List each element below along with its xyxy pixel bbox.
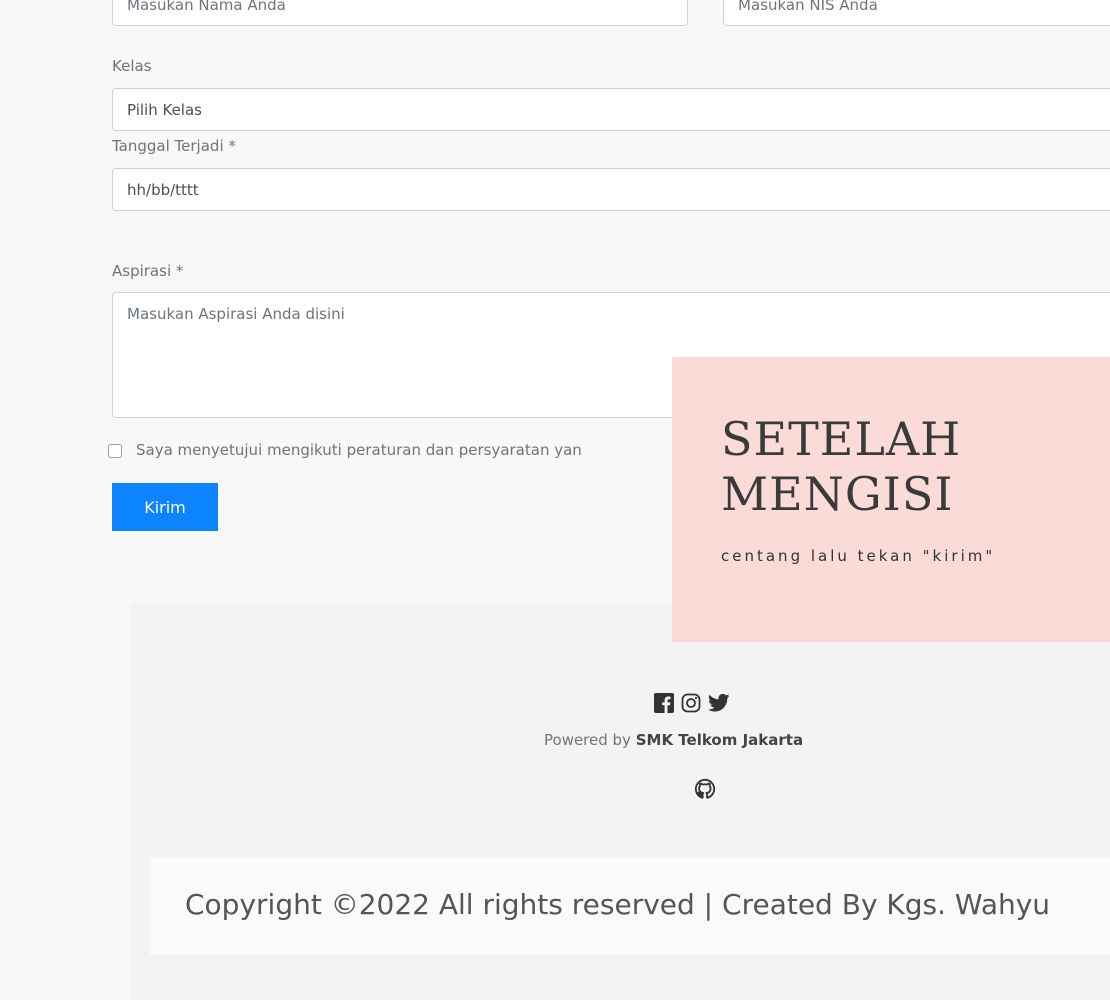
note-subtitle: centang lalu tekan "kirim" xyxy=(721,547,996,565)
powered-by: Powered by SMK Telkom Jakarta xyxy=(544,731,803,749)
note-title: SETELAH MENGISI xyxy=(721,412,962,521)
tanggal-input[interactable]: hh/bb/tttt xyxy=(112,168,1110,211)
instagram-icon[interactable] xyxy=(681,693,701,717)
submit-button[interactable]: Kirim xyxy=(112,483,218,531)
powered-prefix: Powered by xyxy=(544,731,636,749)
kelas-label: Kelas xyxy=(112,57,152,75)
kelas-select[interactable]: Pilih Kelas xyxy=(112,88,1110,131)
twitter-icon[interactable] xyxy=(708,693,730,717)
tanggal-label: Tanggal Terjadi * xyxy=(112,137,236,155)
github-icon[interactable] xyxy=(694,778,716,804)
powered-org[interactable]: SMK Telkom Jakarta xyxy=(636,731,803,749)
facebook-icon[interactable] xyxy=(654,693,674,717)
nis-input[interactable]: Masukan NIS Anda xyxy=(723,0,1110,26)
aspirasi-label: Aspirasi * xyxy=(112,262,184,280)
form-page: Masukan Nama Anda Masukan NIS Anda Kelas… xyxy=(0,0,1110,1000)
agree-checkbox[interactable] xyxy=(108,444,122,458)
copyright-text: Copyright ©2022 All rights reserved | Cr… xyxy=(185,888,1051,921)
social-links xyxy=(654,693,730,717)
agree-label: Saya menyetujui mengikuti peraturan dan … xyxy=(136,441,582,459)
name-input[interactable]: Masukan Nama Anda xyxy=(112,0,688,26)
